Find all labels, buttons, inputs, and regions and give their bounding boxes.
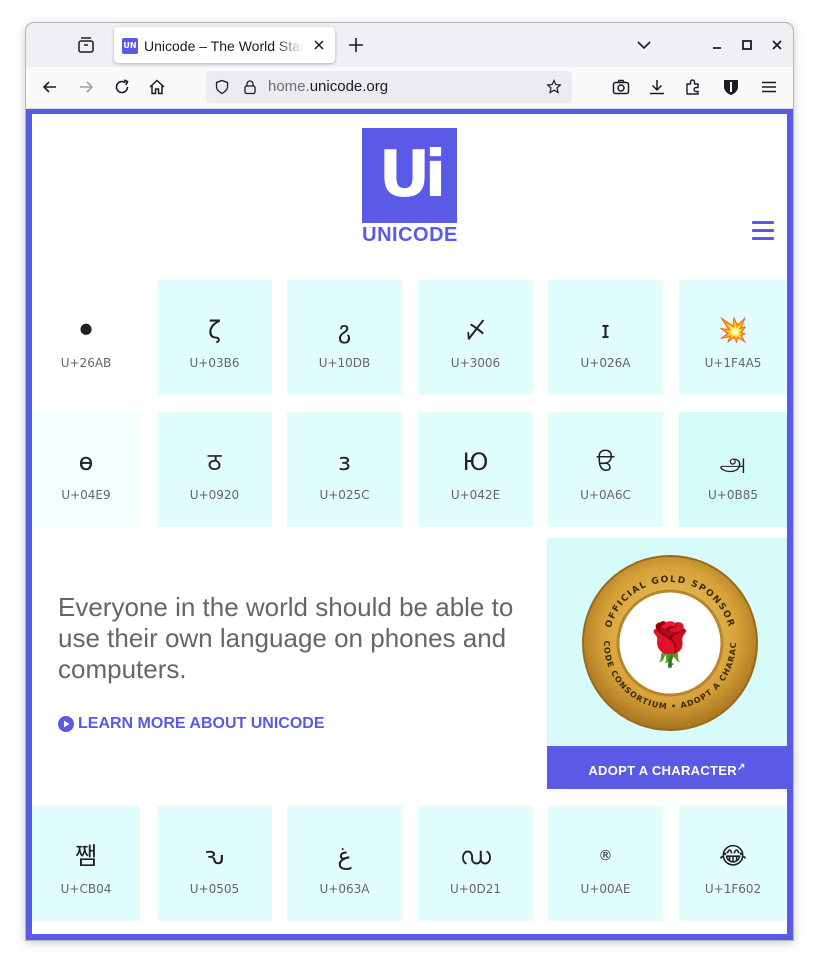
char-tile[interactable]: ζ U+03B6 (157, 280, 272, 395)
char-glyph: ჷ (337, 316, 352, 344)
tab-overview-icon[interactable] (76, 35, 96, 55)
play-circle-icon (58, 716, 74, 732)
char-tile[interactable]: ੳ U+0A6C (548, 412, 663, 527)
lock-icon[interactable] (242, 79, 258, 95)
extensions-icon[interactable] (683, 77, 703, 97)
char-glyph: ੳ (596, 448, 615, 476)
char-glyph: அ (719, 448, 747, 476)
char-code: U+10DB (318, 356, 371, 370)
char-code: U+063A (319, 882, 370, 896)
maximize-icon[interactable] (739, 37, 755, 53)
char-tile[interactable]: ө U+04E9 (32, 412, 140, 527)
hamburger-menu-icon[interactable] (752, 221, 774, 241)
chevron-down-icon[interactable] (634, 35, 654, 55)
char-code: U+0505 (189, 882, 240, 896)
char-code: U+26AB (60, 356, 112, 370)
bookmark-star-icon[interactable] (546, 79, 562, 95)
tab-strip: UN Unicode – The World Standard for Text… (26, 23, 793, 67)
learn-more-link[interactable]: LEARN MORE ABOUT UNICODE (58, 714, 325, 734)
char-tile[interactable]: 〆 U+3006 (418, 280, 533, 395)
char-glyph: 💥 (718, 316, 748, 344)
char-glyph: ө (78, 448, 94, 476)
char-code: U+0B85 (708, 488, 758, 502)
minimize-icon[interactable] (709, 37, 725, 53)
char-code: U+0D21 (450, 882, 501, 896)
logo-glyph: Ui (378, 138, 447, 212)
char-tile[interactable]: 😂 U+1F602 (679, 806, 787, 921)
char-glyph: Ю (462, 448, 489, 476)
char-glyph: ഡ (460, 842, 491, 870)
unicode-logo[interactable]: Ui (362, 128, 457, 223)
char-glyph: ԅ (204, 842, 225, 870)
char-code: U+03B6 (189, 356, 240, 370)
reload-icon[interactable] (112, 77, 132, 97)
char-glyph: غ (337, 842, 352, 870)
char-tile[interactable]: 쨈 U+CB04 (32, 806, 140, 921)
page-content: Ui UNICODE ⚫ U+26AB ζ U+03B6 ჷ U+10DB 〆 … (32, 114, 787, 934)
back-icon[interactable] (40, 77, 60, 97)
url-text[interactable]: home.unicode.org (268, 78, 388, 96)
char-tile[interactable]: அ U+0B85 (679, 412, 787, 527)
external-link-icon: ↗ (736, 762, 746, 773)
adopt-label: ADOPT A CHARACTER (588, 763, 737, 778)
char-code: U+3006 (450, 356, 501, 370)
tab-title: Unicode – The World Standard for Text an… (144, 38, 304, 54)
char-tile[interactable]: Ю U+042E (418, 412, 533, 527)
char-code: U+00AE (580, 882, 631, 896)
tab-unicode[interactable]: UN Unicode – The World Standard for Text… (114, 27, 335, 63)
char-glyph: ⚫ (75, 316, 97, 344)
navigation-toolbar: home.unicode.org (26, 67, 793, 109)
char-code: U+0A6C (580, 488, 631, 502)
char-tile[interactable]: ɪ U+026A (548, 280, 663, 395)
char-glyph: ठ (207, 448, 222, 476)
window-close-icon[interactable] (769, 37, 785, 53)
char-glyph: 쨈 (74, 842, 98, 870)
screenshot-icon[interactable] (611, 77, 631, 97)
char-tile[interactable]: ჷ U+10DB (287, 280, 402, 395)
char-tile[interactable]: ठ U+0920 (157, 412, 272, 527)
char-code: U+04E9 (61, 488, 111, 502)
char-tile[interactable]: ® U+00AE (548, 806, 663, 921)
mission-statement: Everyone in the world should be able to … (58, 592, 514, 684)
char-code: U+1F602 (704, 882, 762, 896)
gold-sponsor-badge[interactable]: OFFICIAL GOLD SPONSOR UNICODE CONSORTIUM… (582, 555, 758, 731)
adopt-character-button[interactable]: ADOPT A CHARACTER↗ (547, 746, 787, 789)
char-tile[interactable]: ɜ U+025C (287, 412, 402, 527)
privacy-extension-icon[interactable] (721, 77, 741, 97)
rose-icon: 🌹 (644, 619, 696, 669)
char-glyph: 〆 (463, 316, 488, 344)
char-tile[interactable]: 💥 U+1F4A5 (679, 280, 787, 395)
char-glyph: 😂 (718, 842, 748, 870)
char-code: U+042E (450, 488, 501, 502)
char-code: U+026A (580, 356, 631, 370)
char-glyph: ɜ (338, 448, 351, 476)
menu-icon[interactable] (759, 77, 779, 97)
char-glyph: ζ (207, 316, 222, 344)
home-icon[interactable] (147, 77, 167, 97)
unicode-favicon-icon: UN (122, 38, 138, 54)
char-tile[interactable]: ഡ U+0D21 (418, 806, 533, 921)
char-code: U+CB04 (60, 882, 112, 896)
new-tab-icon[interactable] (346, 35, 366, 55)
tab-close-icon[interactable] (311, 37, 327, 53)
char-tile[interactable]: ⚫ U+26AB (32, 280, 140, 395)
char-tile[interactable]: غ U+063A (287, 806, 402, 921)
address-bar[interactable]: home.unicode.org (206, 71, 572, 103)
forward-icon[interactable] (76, 77, 96, 97)
download-icon[interactable] (647, 77, 667, 97)
char-code: U+0920 (189, 488, 240, 502)
char-glyph: ɪ (601, 316, 610, 344)
learn-more-label: LEARN MORE ABOUT UNICODE (78, 715, 325, 732)
browser-window: UN Unicode – The World Standard for Text… (26, 23, 793, 940)
logo-wordmark[interactable]: UNICODE (350, 224, 470, 246)
shield-icon[interactable] (214, 79, 230, 95)
char-code: U+025C (319, 488, 370, 502)
char-glyph: ® (598, 848, 613, 864)
char-code: U+1F4A5 (704, 356, 762, 370)
char-tile[interactable]: ԅ U+0505 (157, 806, 272, 921)
sponsor-panel: OFFICIAL GOLD SPONSOR UNICODE CONSORTIUM… (547, 538, 787, 789)
